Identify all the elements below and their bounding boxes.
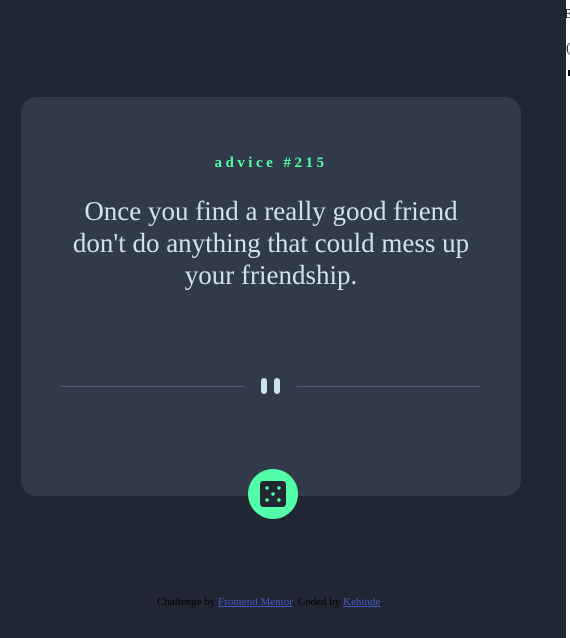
dice-icon [260,481,286,507]
pause-bar-right [274,378,280,394]
attribution-suffix: . [380,596,384,608]
pause-icon [261,378,281,394]
advice-number: advice #215 [214,155,328,171]
attribution-prefix: Challenge by [156,596,216,608]
frontend-mentor-link[interactable]: Frontend Mentor [218,596,292,608]
edge-glyph-middle: ( [566,42,570,56]
generate-advice-button[interactable] [248,469,298,519]
pause-bar-left [261,378,267,394]
divider-line-left [61,386,245,387]
advice-card: advice #215 Once you find a really good … [21,97,521,496]
attribution: Challenge by Frontend Mentor. Coded by K… [0,596,540,608]
page: E ( advice #215 Once you find a really g… [0,0,570,638]
edge-glyph-top: E [564,7,570,22]
divider-line-right [297,386,481,387]
author-link[interactable]: Kehinde [343,596,380,608]
pattern-divider [61,376,481,396]
attribution-middle: . Coded by [292,596,341,608]
advice-quote: Once you find a really good friend don't… [72,196,470,290]
